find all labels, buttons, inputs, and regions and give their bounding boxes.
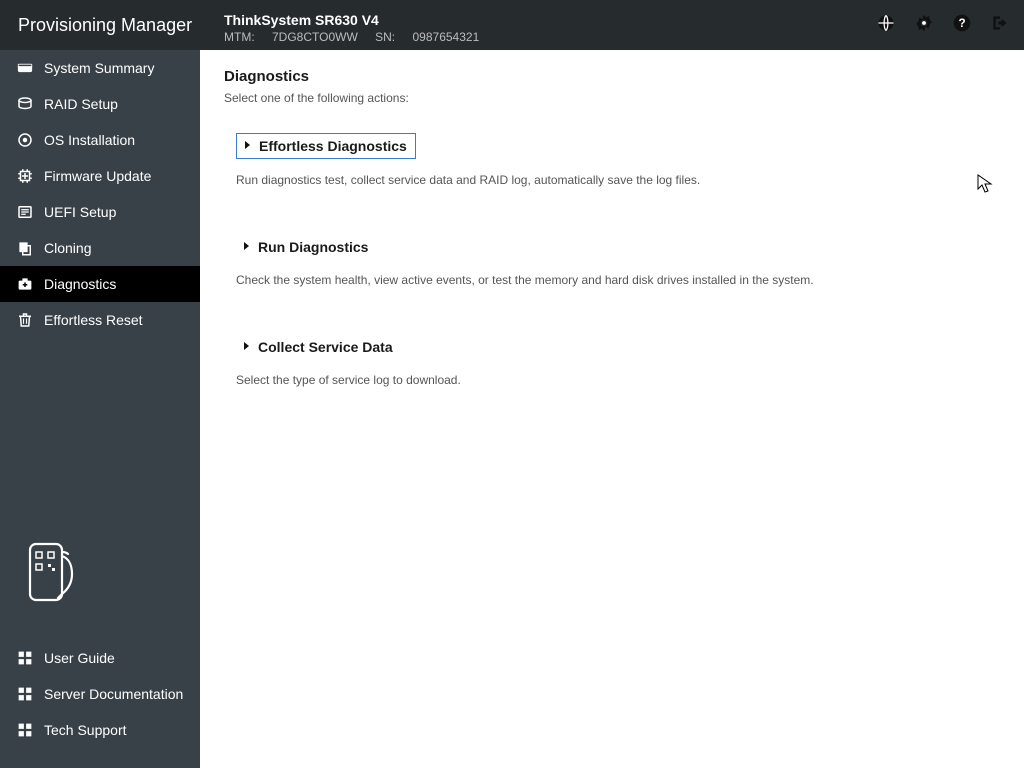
sidebar-item-label: User Guide: [44, 650, 115, 666]
sidebar-item-os-installation[interactable]: OS Installation: [0, 122, 200, 158]
main-panel: Diagnostics Select one of the following …: [200, 50, 1024, 768]
option-header-collect-service-data[interactable]: Collect Service Data: [236, 335, 401, 359]
page-title: Diagnostics: [224, 68, 1000, 85]
sidebar-item-label: Effortless Reset: [44, 312, 143, 328]
medkit-icon: [16, 275, 34, 293]
header-actions: ?: [876, 0, 1010, 50]
sidebar-item-label: System Summary: [44, 60, 154, 76]
sidebar-item-label: UEFI Setup: [44, 204, 116, 220]
sidebar-item-diagnostics[interactable]: Diagnostics: [0, 266, 200, 302]
sidebar-item-effortless-reset[interactable]: Effortless Reset: [0, 302, 200, 338]
gear-icon[interactable]: [914, 13, 934, 38]
chip-icon: [16, 167, 34, 185]
mtm-value: 7DG8CTO0WW: [272, 30, 358, 44]
globe-icon[interactable]: [876, 13, 896, 38]
sidebar-item-label: Cloning: [44, 240, 91, 256]
page-subtitle: Select one of the following actions:: [224, 91, 1000, 105]
sidebar-nav: System Summary RAID Setup OS Installatio…: [0, 50, 200, 338]
option-desc: Run diagnostics test, collect service da…: [236, 173, 1000, 187]
option-collect-service-data: Collect Service Data Select the type of …: [236, 335, 1000, 387]
brand-title: Provisioning Manager: [0, 15, 200, 36]
system-subinfo: MTM: 7DG8CTO0WW SN: 0987654321: [224, 30, 479, 44]
option-run-diagnostics: Run Diagnostics Check the system health,…: [236, 235, 1000, 287]
option-title: Effortless Diagnostics: [259, 138, 407, 154]
raid-icon: [16, 95, 34, 113]
exit-icon[interactable]: [990, 13, 1010, 38]
sidebar-item-label: OS Installation: [44, 132, 135, 148]
system-info: ThinkSystem SR630 V4 MTM: 7DG8CTO0WW SN:…: [200, 6, 479, 44]
option-desc: Check the system health, view active eve…: [236, 273, 1000, 287]
chevron-right-icon: [241, 138, 253, 154]
summary-icon: [16, 59, 34, 77]
option-header-effortless-diagnostics[interactable]: Effortless Diagnostics: [236, 133, 416, 159]
sidebar-bottom-links: User Guide Server Documentation Tech Sup…: [0, 640, 200, 748]
sn-value: 0987654321: [413, 30, 480, 44]
header-bar: Provisioning Manager ThinkSystem SR630 V…: [0, 0, 1024, 50]
grid-icon: [16, 685, 34, 703]
sidebar-item-firmware-update[interactable]: Firmware Update: [0, 158, 200, 194]
option-desc: Select the type of service log to downlo…: [236, 373, 1000, 387]
sidebar-item-uefi-setup[interactable]: UEFI Setup: [0, 194, 200, 230]
sidebar-item-label: Firmware Update: [44, 168, 151, 184]
disc-icon: [16, 131, 34, 149]
sn-label: SN:: [375, 30, 395, 44]
chevron-right-icon: [240, 239, 252, 255]
grid-icon: [16, 649, 34, 667]
qr-phone-icon: [18, 538, 80, 618]
sidebar-item-raid-setup[interactable]: RAID Setup: [0, 86, 200, 122]
sidebar-item-label: Diagnostics: [44, 276, 116, 292]
help-icon[interactable]: ?: [952, 13, 972, 38]
grid-icon: [16, 721, 34, 739]
chevron-right-icon: [240, 339, 252, 355]
option-header-run-diagnostics[interactable]: Run Diagnostics: [236, 235, 376, 259]
sidebar-item-label: Server Documentation: [44, 686, 183, 702]
svg-text:?: ?: [958, 17, 965, 30]
sidebar-item-user-guide[interactable]: User Guide: [0, 640, 200, 676]
copy-icon: [16, 239, 34, 257]
sidebar-item-label: RAID Setup: [44, 96, 118, 112]
sidebar-item-label: Tech Support: [44, 722, 127, 738]
system-name: ThinkSystem SR630 V4: [224, 12, 479, 28]
list-icon: [16, 203, 34, 221]
trash-icon: [16, 311, 34, 329]
mtm-label: MTM:: [224, 30, 255, 44]
sidebar-item-system-summary[interactable]: System Summary: [0, 50, 200, 86]
sidebar-item-server-documentation[interactable]: Server Documentation: [0, 676, 200, 712]
option-title: Collect Service Data: [258, 339, 393, 355]
option-effortless-diagnostics: Effortless Diagnostics Run diagnostics t…: [236, 133, 1000, 187]
sidebar-item-cloning[interactable]: Cloning: [0, 230, 200, 266]
sidebar-item-tech-support[interactable]: Tech Support: [0, 712, 200, 748]
option-title: Run Diagnostics: [258, 239, 368, 255]
sidebar: System Summary RAID Setup OS Installatio…: [0, 50, 200, 768]
